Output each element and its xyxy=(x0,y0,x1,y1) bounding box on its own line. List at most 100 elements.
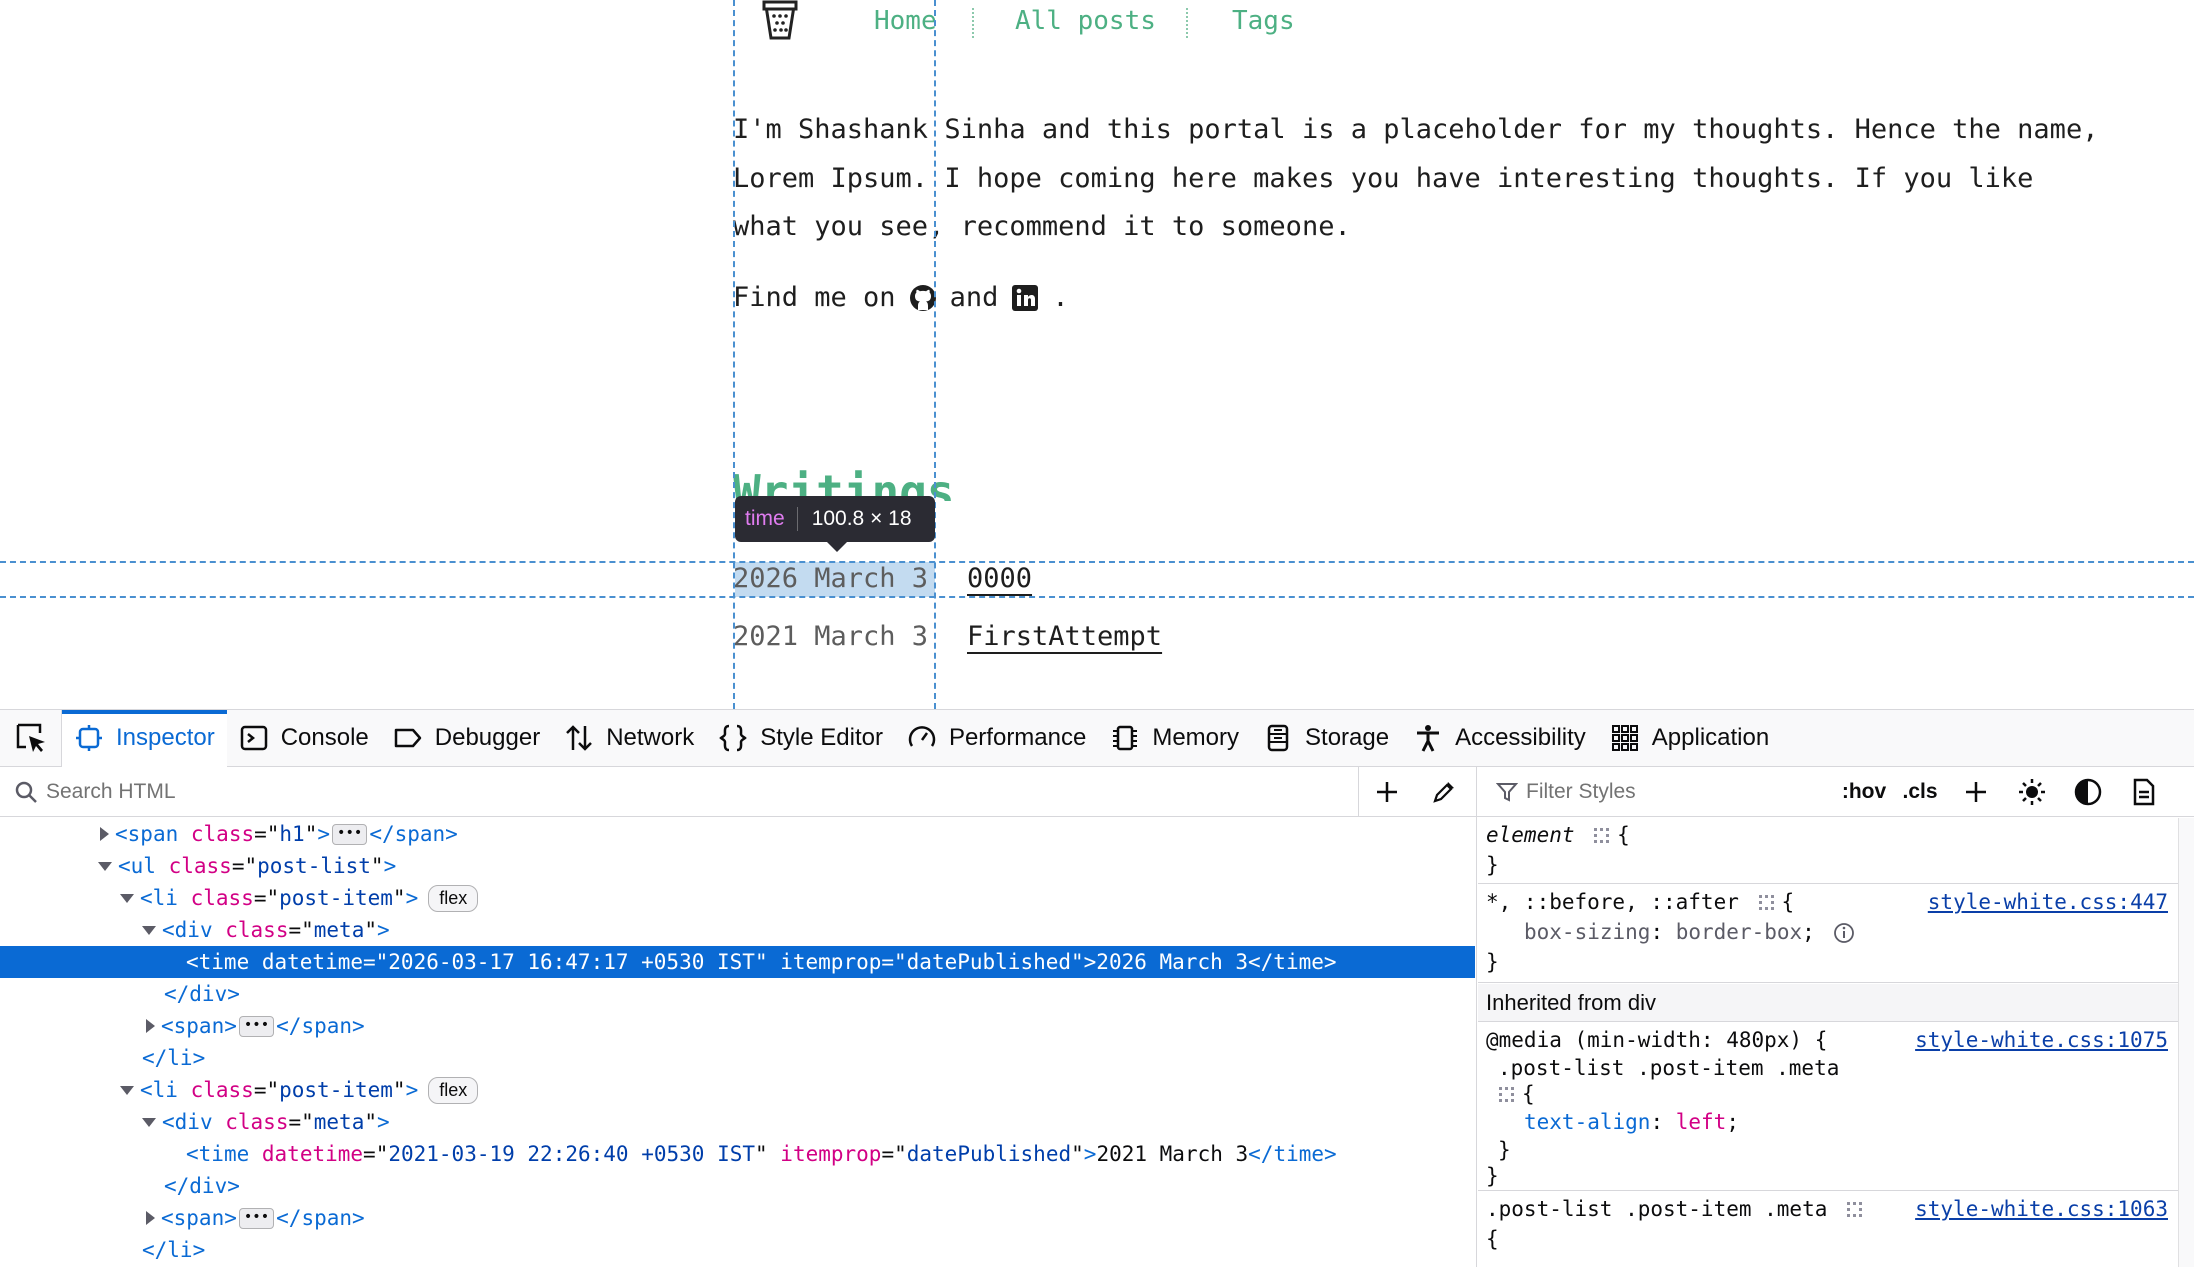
tab-network[interactable]: Network xyxy=(552,710,706,767)
markup-node-row[interactable]: <span> ••• </span> xyxy=(0,1010,1475,1042)
collapse-arrow-icon[interactable] xyxy=(98,861,112,871)
markup-node-row[interactable]: <span> ••• </span> xyxy=(0,1202,1475,1234)
markup-node-row[interactable]: </li> xyxy=(0,1042,1475,1074)
grid-dots-icon[interactable] xyxy=(1758,894,1776,912)
document-icon xyxy=(2133,778,2155,806)
element-rule: element { } xyxy=(1478,818,2178,884)
highlighter-guide-top xyxy=(0,561,2194,563)
markup-node-row[interactable]: < li class =" post-item " > flex xyxy=(0,882,1475,914)
tab-memory[interactable]: Memory xyxy=(1098,710,1251,767)
infobar-tag-name: time xyxy=(745,507,798,531)
markup-node-row-selected[interactable]: <time datetime="2026-03-17 16:47:17 +053… xyxy=(0,946,1475,978)
add-rule-button[interactable] xyxy=(1948,767,2004,817)
dark-color-scheme-button[interactable] xyxy=(2060,767,2116,817)
cls-toggle-button[interactable]: .cls xyxy=(1892,767,1948,817)
css-property[interactable]: text-align xyxy=(1524,1110,1650,1134)
nav-all-posts-link[interactable]: All posts xyxy=(1015,6,1156,36)
tab-accessibility[interactable]: Accessibility xyxy=(1401,710,1598,767)
rule-selector: element xyxy=(1486,823,1575,847)
light-color-scheme-button[interactable] xyxy=(2004,767,2060,817)
markup-node-row[interactable]: < div class =" meta " > xyxy=(0,914,1475,946)
tab-inspector[interactable]: Inspector xyxy=(62,709,227,767)
collapse-arrow-icon[interactable] xyxy=(142,925,156,935)
grid-dots-icon[interactable] xyxy=(1498,1086,1516,1104)
search-html-input[interactable] xyxy=(44,779,1324,805)
tab-debugger[interactable]: Debugger xyxy=(381,710,552,767)
add-node-button[interactable] xyxy=(1358,767,1414,817)
markup-node-row[interactable]: < time datetime =" 2021-03-19 22:26:40 +053… xyxy=(0,1138,1475,1170)
meta-rule: .post-list .post-item .meta style-white.… xyxy=(1478,1192,2178,1267)
media-rule: @media (min-width: 480px) { style-white.… xyxy=(1478,1023,2178,1191)
stylesheet-source-link[interactable]: style-white.css:1063 xyxy=(1915,1194,2168,1224)
markup-node-row[interactable]: </li> xyxy=(0,1234,1475,1266)
highlighter-guide-right xyxy=(934,0,936,709)
flex-badge[interactable]: flex xyxy=(428,884,479,912)
collapsed-children-button[interactable]: ••• xyxy=(238,1207,275,1229)
inherited-from-header: Inherited from div xyxy=(1478,984,2178,1022)
element-picker-icon xyxy=(16,723,45,752)
hov-toggle-button[interactable]: :hov xyxy=(1836,767,1892,817)
post-title-link[interactable]: FirstAttempt xyxy=(967,621,1162,652)
linkedin-icon[interactable] xyxy=(1010,283,1040,313)
css-value[interactable]: border-box xyxy=(1676,920,1802,944)
expand-arrow-icon[interactable] xyxy=(146,1211,155,1225)
tab-application[interactable]: Application xyxy=(1598,710,1781,767)
filter-styles-input[interactable] xyxy=(1524,779,1824,805)
markup-view: < span class =" h1 " > ••• </span> < ul class =… xyxy=(0,818,1475,1267)
devtools-secondary-toolbar: :hov .cls xyxy=(0,767,2194,817)
css-value[interactable]: left xyxy=(1676,1110,1727,1134)
panel-splitter[interactable] xyxy=(1476,767,1477,1267)
nav-home-link[interactable]: Home xyxy=(874,6,937,36)
sidebar-scrollbar[interactable] xyxy=(2178,818,2194,1267)
tab-label: Performance xyxy=(948,724,1087,751)
css-property[interactable]: box-sizing xyxy=(1524,920,1650,944)
markup-node-row[interactable]: </div> xyxy=(0,978,1475,1010)
print-simulation-button[interactable] xyxy=(2116,767,2172,817)
highlighter-infobar: time 100.8 × 18 xyxy=(735,496,935,552)
rule-selector: .post-list .post-item .meta xyxy=(1486,1197,1828,1221)
flex-badge[interactable]: flex xyxy=(428,1076,479,1104)
infobar-arrow xyxy=(827,542,847,552)
plant-pot-logo-icon[interactable] xyxy=(758,0,802,40)
tab-label: Inspector xyxy=(116,724,215,751)
markup-node-row[interactable]: </div> xyxy=(0,1170,1475,1202)
collapsed-children-button[interactable]: ••• xyxy=(238,1015,275,1037)
search-html-box xyxy=(14,767,1324,817)
infobar-dimensions: 100.8 × 18 xyxy=(811,507,912,530)
tab-label: Console xyxy=(280,724,369,751)
expand-arrow-icon[interactable] xyxy=(146,1019,155,1033)
find-me-suffix: . xyxy=(1052,282,1069,313)
collapse-arrow-icon[interactable] xyxy=(120,1085,134,1095)
tab-performance[interactable]: Performance xyxy=(895,710,1098,767)
collapse-arrow-icon[interactable] xyxy=(120,893,134,903)
expand-arrow-icon[interactable] xyxy=(100,827,109,841)
tab-label: Application xyxy=(1651,724,1770,751)
tab-label: Storage xyxy=(1305,724,1390,751)
web-page: Home All posts Tags I'm Shashank Sinha a… xyxy=(0,0,2194,709)
markup-node-row[interactable]: < span class =" h1 " > ••• </span> xyxy=(0,818,1475,850)
highlighter-guide-bottom xyxy=(0,596,2194,598)
tab-console[interactable]: Console xyxy=(227,710,381,767)
eyedropper-icon xyxy=(1433,782,1454,803)
style-editor-icon xyxy=(719,724,748,752)
grid-dots-icon[interactable] xyxy=(1593,827,1611,845)
performance-icon xyxy=(908,726,936,747)
info-icon[interactable] xyxy=(1833,922,1855,944)
collapsed-children-button[interactable]: ••• xyxy=(332,823,368,845)
contrast-icon xyxy=(2074,778,2102,806)
element-picker-button[interactable] xyxy=(0,709,62,767)
markup-node-row[interactable]: < li class =" post-item " > flex xyxy=(0,1074,1475,1106)
eyedropper-button[interactable] xyxy=(1416,767,1472,817)
grid-dots-icon[interactable] xyxy=(1846,1201,1864,1219)
markup-node-row[interactable]: < ul class =" post-list " > xyxy=(0,850,1475,882)
markup-node-row[interactable]: < div class =" meta " > xyxy=(0,1106,1475,1138)
find-me-line: Find me on and . xyxy=(733,282,1069,313)
post-title-link[interactable]: 0000 xyxy=(967,563,1032,594)
nav-tags-link[interactable]: Tags xyxy=(1232,6,1295,36)
stylesheet-source-link[interactable]: style-white.css:1075 xyxy=(1915,1025,2168,1055)
stylesheet-source-link[interactable]: style-white.css:447 xyxy=(1928,887,2168,917)
plus-icon xyxy=(1966,782,1986,802)
tab-storage[interactable]: Storage xyxy=(1251,710,1401,767)
collapse-arrow-icon[interactable] xyxy=(142,1117,156,1127)
tab-style-editor[interactable]: Style Editor xyxy=(706,710,895,767)
